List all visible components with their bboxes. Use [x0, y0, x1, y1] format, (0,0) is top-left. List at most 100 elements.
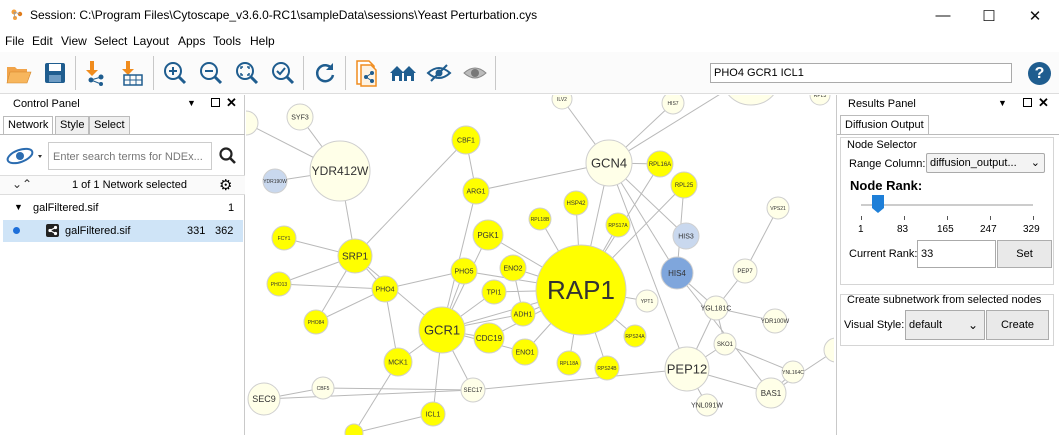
help-icon[interactable]: ? — [1028, 62, 1051, 85]
current-rank-input[interactable]: 33 — [917, 240, 996, 268]
network-node-ygl181c[interactable]: YGL181C — [701, 295, 732, 321]
network-node-ydr100w[interactable]: YDR100W — [761, 308, 790, 334]
network-node-pep12[interactable]: PEP12 — [664, 346, 710, 392]
tab-network[interactable]: Network — [3, 116, 54, 134]
menu-layout[interactable]: Layout — [133, 34, 169, 48]
tab-diffusion-output[interactable]: Diffusion Output — [840, 115, 929, 134]
zoom-in-button[interactable] — [160, 58, 190, 88]
network-node-cdc19[interactable]: CDC19 — [473, 322, 505, 354]
minimize-button[interactable]: — — [920, 0, 966, 31]
zoom-out-button[interactable] — [196, 58, 226, 88]
zoom-fit-button[interactable] — [232, 58, 262, 88]
network-node-cbf5[interactable]: CBF5 — [311, 376, 335, 400]
network-node-rap1[interactable]: RAP1 — [535, 244, 627, 336]
close-window-button[interactable]: ✕ — [1012, 0, 1058, 31]
set-rank-button[interactable]: Set — [997, 240, 1052, 268]
menu-tools[interactable]: Tools — [213, 34, 241, 48]
menu-help[interactable]: Help — [250, 34, 275, 48]
network-node-gcr1[interactable]: GCR1 — [418, 306, 466, 354]
network-node-rps24a[interactable]: RPS24A — [623, 324, 647, 348]
network-node-cbf1[interactable]: CBF1 — [451, 125, 481, 155]
network-node-his4[interactable]: HIS4 — [660, 256, 694, 290]
network-node-edge_bl[interactable] — [344, 423, 364, 435]
tab-style[interactable]: Style — [55, 116, 90, 134]
network-node-arg1[interactable]: ARG1 — [462, 177, 490, 205]
network-node-edge_tl[interactable] — [246, 110, 259, 136]
network-node-mck1[interactable]: MCK1 — [383, 347, 413, 377]
network-node-edge_r[interactable] — [823, 337, 834, 363]
import-table-button[interactable] — [116, 58, 146, 88]
tab-select[interactable]: Select — [89, 116, 130, 134]
network-node-vps21[interactable]: VPS21 — [766, 196, 790, 220]
network-node-ynl164c[interactable]: YNL164C — [781, 360, 805, 384]
save-session-button[interactable] — [40, 58, 70, 88]
network-search-input[interactable] — [710, 63, 1012, 83]
network-node-pho4[interactable]: PHO4 — [371, 275, 399, 303]
home-button[interactable] — [388, 58, 418, 88]
network-edge[interactable] — [278, 283, 386, 290]
network-node-ilv2[interactable]: ILV2 — [551, 95, 573, 110]
network-node-eno1[interactable]: ENO1 — [511, 338, 539, 366]
network-node-eno2[interactable]: ENO2 — [499, 254, 527, 282]
network-node-adh1[interactable]: ADH1 — [510, 301, 536, 327]
network-node-pho13[interactable]: PHO13 — [266, 271, 292, 297]
network-node-pep7[interactable]: PEP7 — [732, 258, 758, 284]
collapse-all-icon[interactable]: ⌄⌃ — [12, 177, 32, 191]
collapse-triangle-icon[interactable]: ▼ — [14, 202, 23, 212]
network-node-rpl3[interactable]: RPL3 — [809, 95, 831, 106]
results-panel-menu-icon[interactable]: ▼ — [998, 98, 1007, 108]
results-close-panel-icon[interactable]: ✕ — [1038, 95, 1049, 111]
network-edge[interactable] — [472, 368, 688, 391]
float-panel-icon[interactable] — [211, 98, 220, 107]
maximize-button[interactable]: ☐ — [966, 0, 1012, 31]
close-panel-icon[interactable]: ✕ — [226, 95, 237, 111]
visual-style-select[interactable]: default ⌄ — [905, 310, 985, 340]
create-subnetwork-button[interactable]: Create — [986, 310, 1049, 340]
network-node-ydr190w[interactable]: YDR190W — [262, 168, 288, 194]
network-node-tpi1[interactable]: TPI1 — [481, 279, 507, 305]
network-edge[interactable] — [354, 139, 467, 257]
network-node-fcy1[interactable]: FCY1 — [271, 225, 297, 251]
network-node-ynl091w[interactable]: YNL091W — [691, 393, 723, 417]
hide-selected-button[interactable] — [424, 58, 454, 88]
network-node-his3[interactable]: HIS3 — [672, 222, 700, 250]
network-node-rpl16a[interactable]: RPL16A — [646, 150, 674, 178]
ndex-search-button[interactable] — [214, 142, 242, 170]
network-node-rpl25[interactable]: RPL25 — [670, 171, 698, 199]
results-float-panel-icon[interactable] — [1023, 98, 1032, 107]
new-network-from-selection-button[interactable] — [352, 58, 382, 88]
network-node-bas1[interactable]: BAS1 — [755, 377, 787, 409]
refresh-button[interactable] — [310, 58, 340, 88]
network-canvas[interactable]: RAP1 GCR1 SRP1 GCN4 YDR412W PEP12 CBF1 ARG1 PGK1… — [246, 95, 834, 435]
import-network-button[interactable] — [80, 58, 110, 88]
network-node-big_top[interactable] — [721, 95, 781, 106]
range-column-select[interactable]: diffusion_output... ⌄ — [926, 153, 1045, 173]
menu-select[interactable]: Select — [94, 34, 127, 48]
node-rank-slider-track[interactable] — [861, 204, 1033, 206]
network-node-pho84[interactable]: PHO84 — [303, 309, 329, 335]
network-edge[interactable] — [263, 389, 474, 400]
menu-file[interactable]: File — [5, 34, 24, 48]
network-edge[interactable] — [322, 387, 474, 391]
network-node-pho5[interactable]: PHO5 — [450, 257, 478, 285]
network-node-sko1[interactable]: SKO1 — [713, 332, 737, 356]
network-graph[interactable]: RAP1 GCR1 SRP1 GCN4 YDR412W PEP12 CBF1 ARG1 PGK1… — [246, 95, 834, 435]
ndex-source-selector[interactable] — [4, 142, 46, 170]
panel-menu-icon[interactable]: ▼ — [187, 98, 196, 108]
network-node-pgk1[interactable]: PGK1 — [472, 219, 504, 251]
network-node-hsp42[interactable]: HSP42 — [563, 190, 589, 216]
gear-icon[interactable]: ⚙ — [219, 176, 232, 194]
network-node-sec9[interactable]: SEC9 — [247, 382, 281, 416]
node-rank-slider-thumb[interactable] — [871, 195, 884, 213]
network-node-rps24b[interactable]: RPS24B — [594, 355, 620, 381]
menu-edit[interactable]: Edit — [32, 34, 53, 48]
network-row[interactable]: galFiltered.sif 331 362 — [3, 220, 243, 242]
network-node-syf3[interactable]: SYF3 — [286, 103, 314, 131]
menu-view[interactable]: View — [61, 34, 87, 48]
zoom-selected-button[interactable] — [268, 58, 298, 88]
ndex-search-input[interactable]: Enter search terms for NDEx... — [48, 142, 212, 170]
network-node-rps17a[interactable]: RPS17A — [605, 212, 631, 238]
collection-row[interactable]: ▼ galFiltered.sif 1 — [0, 197, 245, 219]
network-node-rpl18a[interactable]: RPL18A — [556, 350, 582, 376]
network-node-srp1[interactable]: SRP1 — [337, 238, 373, 274]
